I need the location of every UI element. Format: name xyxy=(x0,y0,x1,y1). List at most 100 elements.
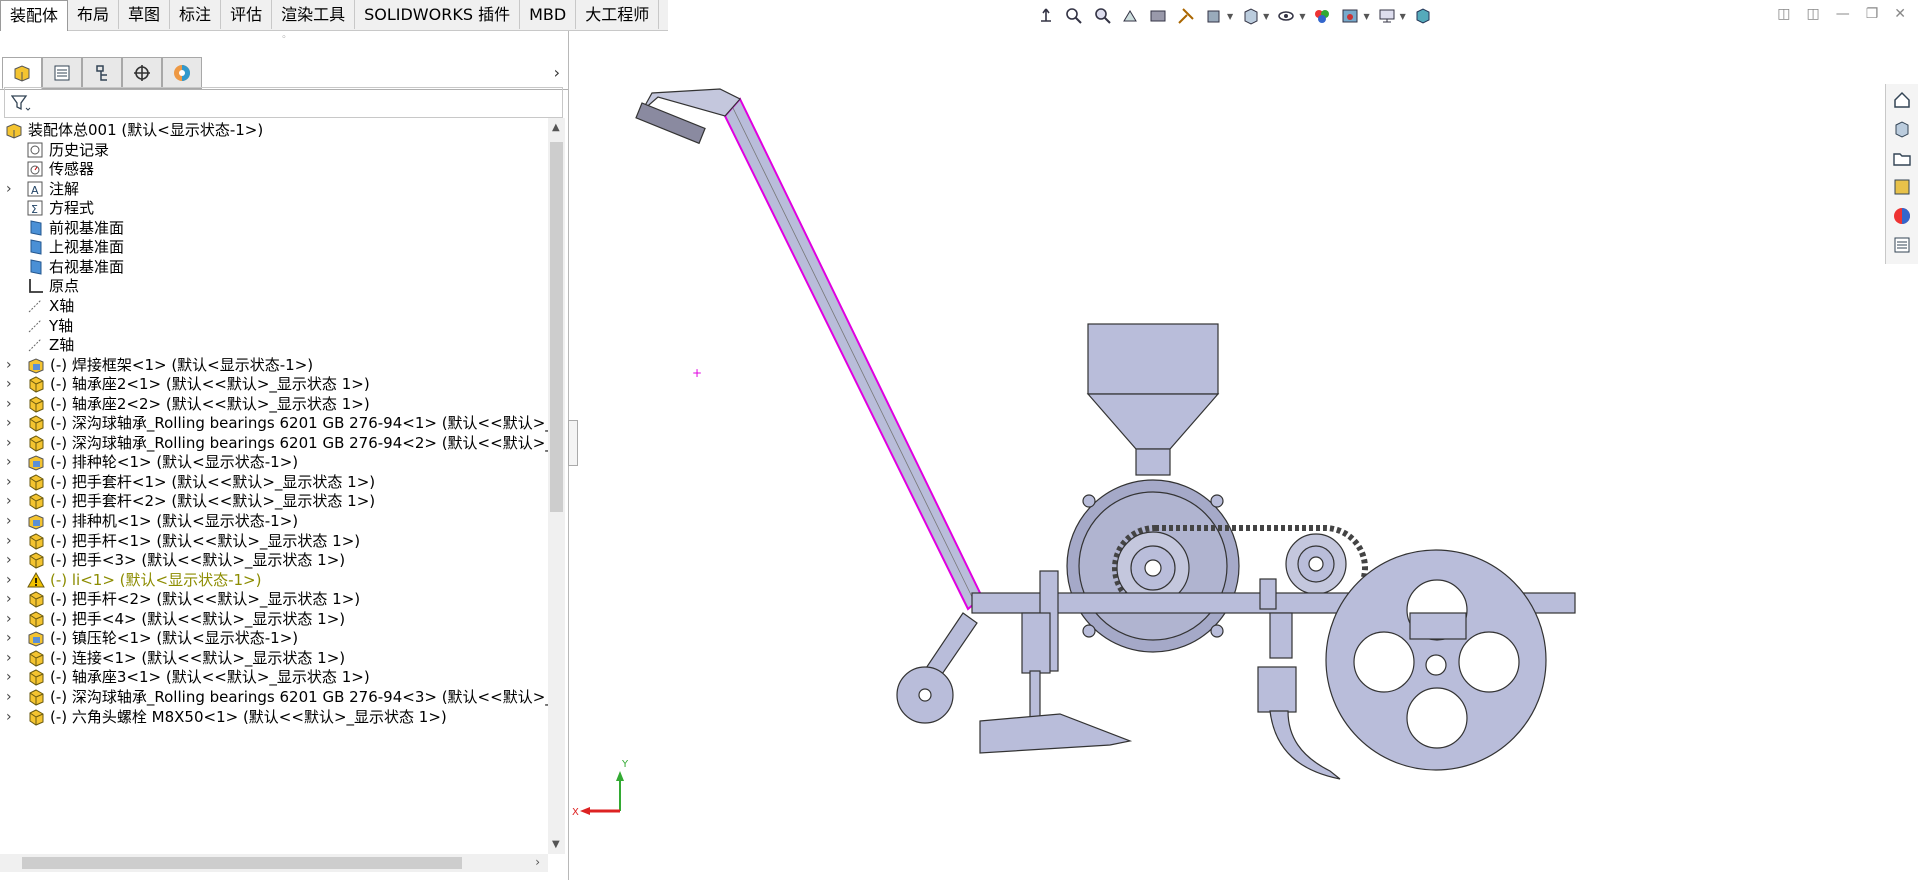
seed-hopper[interactable] xyxy=(1086,323,1220,476)
part-icon xyxy=(27,688,45,706)
hide-show-items-icon[interactable] xyxy=(1275,5,1297,27)
design-library-icon[interactable] xyxy=(1888,116,1916,142)
part-icon xyxy=(27,395,45,413)
scroll-up-icon[interactable]: ▲ xyxy=(552,122,560,133)
expand-arrow-icon[interactable]: › xyxy=(6,177,12,201)
plane-icon xyxy=(26,238,44,256)
front-wheel[interactable] xyxy=(896,612,978,724)
tab-3[interactable]: 标注 xyxy=(170,0,222,29)
view-orientation-icon[interactable] xyxy=(1203,5,1225,27)
restore-right-icon[interactable]: ◫ xyxy=(1806,6,1819,22)
tree-horizontal-scrollbar[interactable]: › xyxy=(0,854,548,872)
tree-item-label: (-) 六角头螺栓 M8X50<1> (默认<<默认>_显示状态 1>) xyxy=(50,707,447,726)
task-pane xyxy=(1885,84,1918,264)
tab-0[interactable]: 装配体 xyxy=(0,0,69,31)
part-icon xyxy=(27,590,45,608)
tab-5[interactable]: 渲染工具 xyxy=(272,0,356,29)
scrollbar-thumb[interactable] xyxy=(550,142,563,512)
history-icon xyxy=(26,141,44,159)
configuration-manager-tab-icon[interactable] xyxy=(82,57,122,89)
property-manager-tab-icon[interactable] xyxy=(42,57,82,89)
part-icon xyxy=(27,708,45,726)
scroll-down-icon[interactable]: ▼ xyxy=(552,839,560,850)
feature-manager-panel: ◦ › 装配体总001 (默认<显示状态-1>) 历史记录 传感器 › A 注解 Σ 方程式前… xyxy=(0,31,569,880)
feature-manager-tab-icon[interactable] xyxy=(2,57,42,89)
view-settings-icon[interactable] xyxy=(1376,5,1398,27)
tab-1[interactable]: 布局 xyxy=(68,0,120,29)
apply-scene-icon[interactable] xyxy=(1339,5,1361,27)
tab-7[interactable]: MBD xyxy=(520,0,577,29)
part-icon xyxy=(27,414,45,432)
handle-rod[interactable] xyxy=(723,97,984,611)
maximize-icon[interactable]: ❐ xyxy=(1866,6,1879,22)
warning-icon xyxy=(27,571,45,589)
graphics-area[interactable]: + Y X xyxy=(570,31,1880,880)
normal-to-icon[interactable] xyxy=(1035,5,1057,27)
svg-text:Σ: Σ xyxy=(31,203,38,216)
home-icon[interactable] xyxy=(1888,87,1916,113)
tab-4[interactable]: 评估 xyxy=(221,0,273,29)
covering-tine[interactable] xyxy=(1257,666,1341,780)
file-explorer-icon[interactable] xyxy=(1888,145,1916,171)
part-icon xyxy=(27,649,45,667)
dimxpert-tab-icon[interactable] xyxy=(122,57,162,89)
chevron-right-icon[interactable]: › xyxy=(554,63,560,82)
section-view-icon[interactable] xyxy=(1147,5,1169,27)
tab-8[interactable]: 大工程师 xyxy=(576,0,660,29)
chevron-down-icon[interactable]: ▼ xyxy=(1363,12,1369,21)
feature-tree-filter[interactable] xyxy=(4,87,563,118)
heads-up-view-toolbar: ▼ ▼ ▼ ▼ ▼ xyxy=(1035,4,1434,28)
plane-icon xyxy=(26,219,44,237)
filter-icon[interactable] xyxy=(11,94,31,112)
feature-tree: 装配体总001 (默认<显示状态-1>) 历史记录 传感器 › A 注解 Σ 方程式 前视基准面… xyxy=(0,118,548,854)
dynamic-annotation-icon[interactable] xyxy=(1175,5,1197,27)
tree-vertical-scrollbar[interactable]: ▲ ▼ xyxy=(548,118,565,854)
restore-left-icon[interactable]: ◫ xyxy=(1777,6,1790,22)
part-icon xyxy=(27,532,45,550)
driven-sprocket[interactable] xyxy=(1285,533,1347,595)
annotation-icon: A xyxy=(26,180,44,198)
edit-appearance-icon[interactable] xyxy=(1311,5,1333,27)
equation-icon: Σ xyxy=(26,199,44,217)
tab-2[interactable]: 草图 xyxy=(119,0,171,29)
display-manager-tab-icon[interactable] xyxy=(162,57,202,89)
part-icon xyxy=(27,551,45,569)
chevron-down-icon[interactable]: ▼ xyxy=(1400,12,1406,21)
close-icon[interactable]: ✕ xyxy=(1894,6,1906,22)
press-wheel[interactable] xyxy=(1325,549,1547,771)
zoom-area-icon[interactable] xyxy=(1091,5,1113,27)
chevron-down-icon[interactable]: ▼ xyxy=(1263,12,1269,21)
svg-text:A: A xyxy=(31,184,39,197)
handle-grip[interactable] xyxy=(635,88,741,145)
part-icon xyxy=(27,610,45,628)
previous-view-icon[interactable] xyxy=(1119,5,1141,27)
part-icon xyxy=(27,668,45,686)
subassembly-icon xyxy=(27,356,45,374)
view-palette-icon[interactable] xyxy=(1888,174,1916,200)
subassembly-icon xyxy=(27,629,45,647)
sensor-icon xyxy=(26,160,44,178)
view-cube-icon[interactable] xyxy=(1412,5,1434,27)
panel-collapse-handle[interactable]: ◦ xyxy=(0,31,568,45)
origin-icon xyxy=(26,277,44,295)
part-icon xyxy=(27,473,45,491)
zoom-to-fit-icon[interactable] xyxy=(1063,5,1085,27)
custom-properties-icon[interactable] xyxy=(1888,232,1916,258)
appearances-icon[interactable] xyxy=(1888,203,1916,229)
chevron-down-icon[interactable]: ▼ xyxy=(1227,12,1233,21)
coordinate-triad: Y X xyxy=(572,759,629,818)
selection-marker: + xyxy=(692,366,702,380)
chevron-down-icon[interactable]: ▼ xyxy=(1299,12,1305,21)
assembly-icon xyxy=(5,121,23,139)
expand-arrow-icon[interactable]: › xyxy=(6,705,12,729)
axis-icon xyxy=(26,336,44,354)
feature-manager-tabs: › xyxy=(0,55,568,90)
axis-icon xyxy=(26,317,44,335)
minimize-icon[interactable]: — xyxy=(1836,6,1850,22)
part-icon xyxy=(27,434,45,452)
triad-y-label: Y xyxy=(621,759,629,770)
scrollbar-thumb[interactable] xyxy=(22,857,462,869)
tab-6[interactable]: SOLIDWORKS 插件 xyxy=(355,0,521,29)
display-style-icon[interactable] xyxy=(1239,5,1261,27)
scroll-right-icon[interactable]: › xyxy=(535,855,540,869)
